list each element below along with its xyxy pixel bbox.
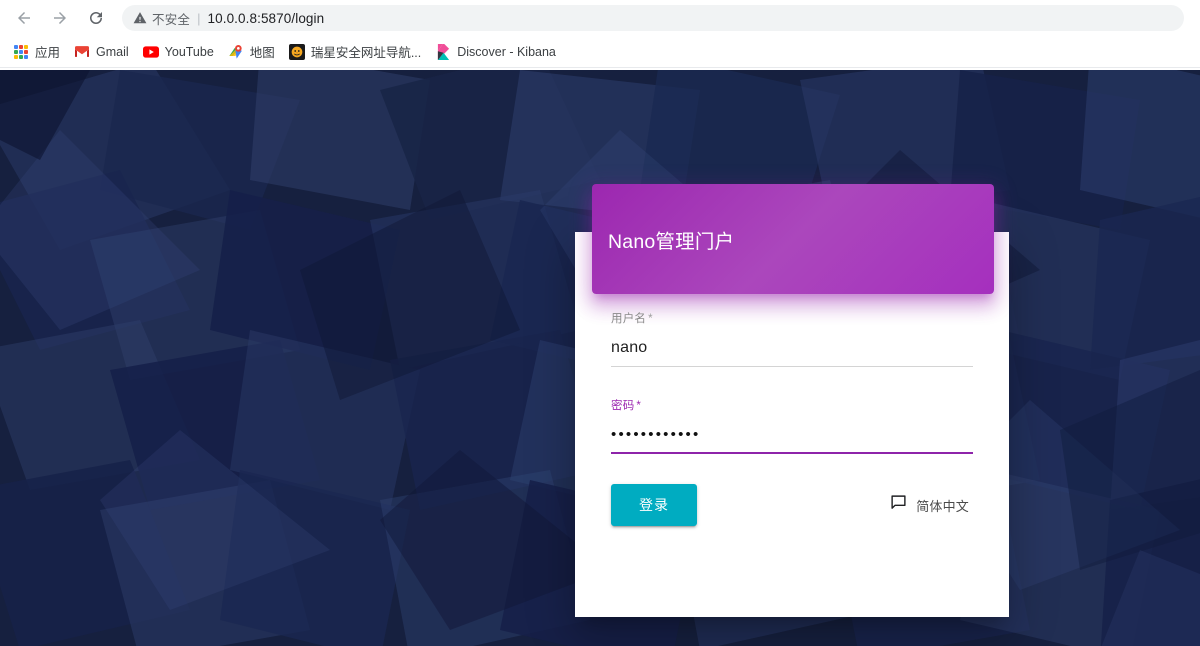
bookmark-label: YouTube xyxy=(164,44,214,59)
page-viewport: Nano管理门户 用户名 * nano 密码 * •••••••••••• 登录… xyxy=(0,70,1200,646)
bookmarks-bar: 应用 Gmail YouTube 地图 瑞星安全网址导航... Discover… xyxy=(0,36,1200,68)
username-label-text: 用户名 xyxy=(611,313,647,325)
login-card: Nano管理门户 用户名 * nano 密码 * •••••••••••• 登录… xyxy=(575,184,1009,617)
page-title: Nano管理门户 xyxy=(608,230,735,253)
omnibox-separator: | xyxy=(197,10,201,26)
kibana-icon xyxy=(435,43,451,60)
password-label: 密码 * xyxy=(611,397,973,413)
username-required-mark: * xyxy=(648,313,653,325)
bookmark-gmail[interactable]: Gmail xyxy=(67,40,136,64)
login-card-banner: Nano管理门户 xyxy=(592,184,994,294)
bookmark-rising[interactable]: 瑞星安全网址导航... xyxy=(282,40,428,64)
bookmark-label: 地图 xyxy=(249,46,275,60)
security-status-label: 不安全 xyxy=(152,12,191,27)
google-maps-icon xyxy=(228,44,244,60)
gmail-icon xyxy=(74,44,90,60)
browser-window: 不安全 | 10.0.0.8:5870/login 应用 Gmail YouTu… xyxy=(0,0,1200,646)
password-underline xyxy=(611,452,973,454)
username-underline xyxy=(611,366,973,367)
bookmark-apps[interactable]: 应用 xyxy=(6,40,67,64)
password-input[interactable]: •••••••••••• xyxy=(611,424,973,446)
bookmark-label: Discover - Kibana xyxy=(457,44,556,59)
address-url[interactable]: 10.0.0.8:5870/login xyxy=(208,11,325,26)
bookmark-maps[interactable]: 地图 xyxy=(221,40,282,64)
browser-toolbar: 不安全 | 10.0.0.8:5870/login xyxy=(0,0,1200,36)
youtube-icon xyxy=(142,44,159,60)
forward-arrow-icon[interactable] xyxy=(46,4,74,32)
browser-chrome: 不安全 | 10.0.0.8:5870/login 应用 Gmail YouTu… xyxy=(0,0,1200,70)
login-actions: 登录 简体中文 xyxy=(611,484,973,526)
rising-lion-icon xyxy=(288,43,305,60)
login-form: 用户名 * nano 密码 * •••••••••••• 登录 简体中文 xyxy=(575,310,1009,526)
chat-bubble-icon xyxy=(890,494,907,516)
omnibox[interactable]: 不安全 | 10.0.0.8:5870/login xyxy=(122,5,1184,31)
login-submit-button[interactable]: 登录 xyxy=(611,484,697,526)
language-switcher[interactable]: 简体中文 xyxy=(888,490,971,520)
reload-icon[interactable] xyxy=(82,4,110,32)
apps-grid-icon xyxy=(13,44,29,60)
language-label: 简体中文 xyxy=(916,498,969,514)
bookmark-label: 应用 xyxy=(35,46,61,60)
username-label: 用户名 * xyxy=(611,310,973,326)
password-field-group: 密码 * •••••••••••• xyxy=(611,397,973,454)
bookmark-label: 瑞星安全网址导航... xyxy=(310,46,422,60)
bookmark-youtube[interactable]: YouTube xyxy=(136,40,221,64)
bookmark-kibana[interactable]: Discover - Kibana xyxy=(428,40,563,64)
password-required-mark: * xyxy=(636,400,642,412)
username-field-group: 用户名 * nano xyxy=(611,310,973,367)
bookmark-label: Gmail xyxy=(96,44,129,59)
back-arrow-icon[interactable] xyxy=(10,4,38,32)
username-input[interactable]: nano xyxy=(611,337,973,359)
password-label-text: 密码 xyxy=(611,400,635,412)
warning-triangle-icon[interactable] xyxy=(132,11,147,26)
